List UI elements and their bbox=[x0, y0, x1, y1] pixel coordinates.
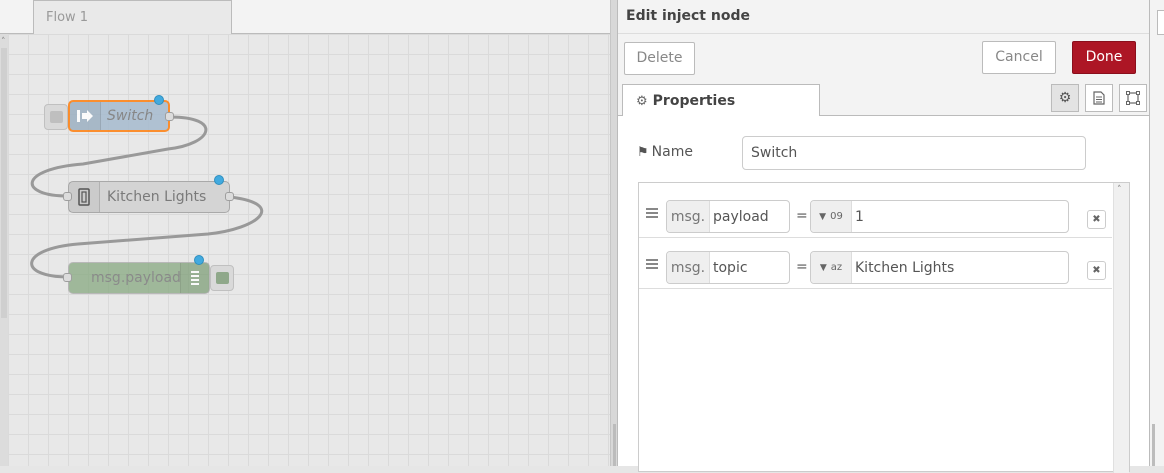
sidebar-tab[interactable] bbox=[1157, 10, 1164, 35]
editor-tabs: ⚙ Properties ⚙ bbox=[618, 81, 1149, 116]
list-icon bbox=[180, 263, 209, 293]
inject-node-button[interactable] bbox=[44, 104, 68, 130]
list-item: msg. topic = ▼ az Kitchen Lights ✖ bbox=[639, 238, 1112, 289]
value-text: Kitchen Lights bbox=[855, 259, 955, 276]
node-label: Switch bbox=[107, 108, 154, 124]
workspace-tabbar: Flow 1 bbox=[0, 0, 610, 34]
equals-sign: = bbox=[796, 259, 808, 275]
tab-appearance[interactable] bbox=[1119, 84, 1147, 112]
type-select[interactable]: ▼ az bbox=[811, 252, 852, 283]
flow-canvas[interactable]: Switch Kitchen Lights msg.payload bbox=[8, 34, 610, 466]
flow-workspace: Flow 1 ˄ Switch Kitchen Lights msg.paylo… bbox=[0, 0, 610, 466]
list-scrollbar[interactable]: ˄ bbox=[1113, 183, 1129, 473]
gear-icon: ⚙ bbox=[636, 94, 648, 109]
tab-flow-1[interactable]: Flow 1 bbox=[33, 0, 232, 34]
type-select[interactable]: ▼ 09 bbox=[811, 201, 852, 232]
node-label: msg.payload bbox=[91, 270, 181, 286]
close-icon: ✖ bbox=[1092, 214, 1101, 225]
input-port[interactable] bbox=[63, 192, 72, 201]
description-icon bbox=[1093, 91, 1105, 105]
property-list: ˄ msg. payload = ▼ 09 1 ✖ msg. topic = ▼… bbox=[638, 182, 1130, 473]
output-port[interactable] bbox=[165, 112, 174, 121]
caret-down-icon: ▼ bbox=[819, 262, 827, 273]
value-field[interactable]: ▼ 09 1 bbox=[810, 200, 1069, 233]
property-name: payload bbox=[713, 208, 769, 225]
string-type-icon: az bbox=[830, 262, 843, 273]
changed-indicator bbox=[214, 175, 224, 185]
close-icon: ✖ bbox=[1092, 265, 1101, 276]
name-label-text: Name bbox=[651, 144, 693, 160]
tab-properties[interactable]: ⚙ Properties bbox=[622, 84, 820, 116]
name-label: ⚑ Name bbox=[637, 144, 693, 160]
scrollbar-thumb[interactable] bbox=[613, 424, 616, 466]
drag-handle-icon[interactable] bbox=[646, 208, 658, 218]
value-field[interactable]: ▼ az Kitchen Lights bbox=[810, 251, 1069, 284]
list-item: msg. payload = ▼ 09 1 ✖ bbox=[639, 187, 1112, 238]
appearance-icon bbox=[1126, 91, 1140, 105]
scrollbar-thumb[interactable] bbox=[1152, 424, 1155, 466]
tab-properties-label: Properties bbox=[652, 93, 736, 109]
debug-node-msg-payload[interactable]: msg.payload bbox=[68, 262, 210, 294]
sidebar-edge bbox=[1150, 0, 1164, 466]
tag-icon: ⚑ bbox=[637, 145, 649, 160]
property-field[interactable]: msg. payload bbox=[666, 200, 790, 233]
tab-description[interactable] bbox=[1085, 84, 1113, 112]
remove-row-button[interactable]: ✖ bbox=[1087, 261, 1106, 280]
switch-node-kitchen-lights[interactable]: Kitchen Lights bbox=[68, 181, 230, 213]
remove-row-button[interactable]: ✖ bbox=[1087, 210, 1106, 229]
property-field[interactable]: msg. topic bbox=[666, 251, 790, 284]
output-port[interactable] bbox=[225, 192, 234, 201]
chevron-up-icon[interactable]: ˄ bbox=[1117, 185, 1122, 195]
switch-icon bbox=[69, 182, 100, 212]
equals-sign: = bbox=[796, 208, 808, 224]
inject-node-switch[interactable]: Switch bbox=[68, 100, 170, 132]
palette-collapsed-edge[interactable] bbox=[0, 34, 8, 466]
tab-settings[interactable]: ⚙ bbox=[1051, 84, 1079, 112]
changed-indicator bbox=[154, 95, 164, 105]
debug-toggle-button[interactable] bbox=[210, 265, 234, 291]
done-button[interactable]: Done bbox=[1072, 41, 1136, 74]
number-type-icon: 09 bbox=[830, 211, 843, 222]
changed-indicator bbox=[194, 255, 204, 265]
tray-toolbar: Delete Cancel Done bbox=[618, 34, 1149, 82]
value-text: 1 bbox=[855, 208, 864, 225]
caret-icon[interactable]: ˄ bbox=[1, 37, 6, 47]
edit-tray: Edit inject node Delete Cancel Done ⚙ Pro… bbox=[617, 0, 1150, 473]
msg-prefix: msg. bbox=[667, 252, 710, 283]
property-name: topic bbox=[713, 259, 748, 276]
cancel-button[interactable]: Cancel bbox=[982, 41, 1056, 74]
wires bbox=[30, 115, 264, 279]
drag-handle-icon[interactable] bbox=[646, 259, 658, 269]
caret-down-icon: ▼ bbox=[819, 211, 827, 222]
scrollbar-thumb[interactable] bbox=[1, 48, 7, 318]
input-port[interactable] bbox=[63, 273, 72, 282]
gear-icon: ⚙ bbox=[1058, 90, 1072, 106]
delete-button[interactable]: Delete bbox=[624, 42, 695, 75]
tray-title: Edit inject node bbox=[618, 0, 1149, 34]
arrow-in-icon bbox=[70, 102, 101, 130]
node-label: Kitchen Lights bbox=[107, 189, 207, 205]
name-input[interactable]: Switch bbox=[742, 136, 1086, 170]
msg-prefix: msg. bbox=[667, 201, 710, 232]
